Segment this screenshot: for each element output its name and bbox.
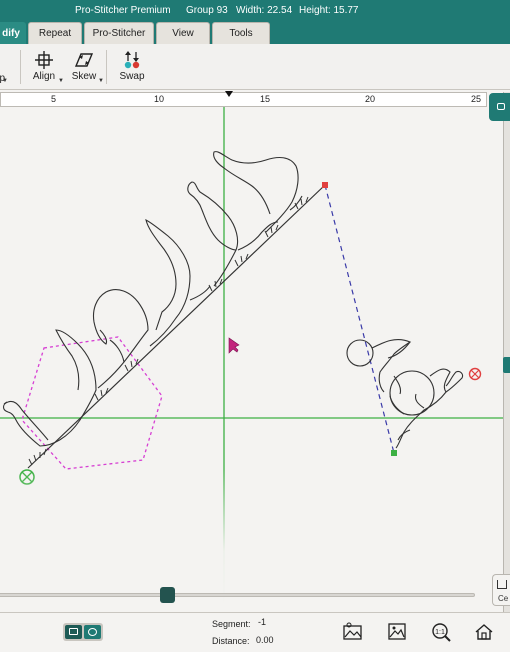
caret-down-icon: ▼ [2,78,8,84]
start-point-icon[interactable] [19,469,35,485]
toolbar-divider [106,50,107,84]
status-bar: Segment: -1 Distance: 0.00 1:1 [0,612,510,652]
skew-icon [74,53,94,67]
cursor-icon [228,337,240,354]
align-button[interactable]: Align ▼ [24,48,64,86]
toolbar: p ▼ Align ▼ Skew ▼ Swap [0,44,510,90]
position-slider-track[interactable] [0,593,475,597]
end-point-icon[interactable] [468,367,482,381]
app-title: Pro-Stitcher Premium [75,5,171,16]
center-icon [497,580,507,589]
circle-view-icon[interactable] [84,625,101,639]
tab-repeat[interactable]: Repeat [28,22,82,44]
tab-bar: dify Repeat Pro-Stitcher View Tools [0,20,510,44]
horizontal-ruler: 5 10 15 20 25 [0,91,487,107]
home-icon[interactable] [473,621,495,643]
ruler-label: 25 [471,94,482,104]
grid-view-icon[interactable] [65,625,82,639]
height-readout: Height: 15.77 [299,5,359,16]
segment-label: Segment: [212,619,251,629]
panel-icon [497,103,505,110]
swap-label: Swap [119,71,145,82]
caret-down-icon: ▼ [98,78,104,84]
distance-label: Distance: [212,636,250,646]
guide-end-handle[interactable] [322,182,328,188]
group-name: Group 93 [186,5,228,16]
picture-icon[interactable] [386,621,408,643]
guide-line [324,184,395,454]
design-image-icon[interactable] [342,621,364,643]
segment-value: -1 [258,617,267,627]
partial-tool-button[interactable]: p ▼ [0,48,8,86]
grass-tufts [28,196,309,466]
center-label: Ce [498,594,509,603]
svg-text:1:1: 1:1 [435,629,445,636]
toolbar-divider [20,50,21,84]
dinosaur-stitch-design[interactable] [2,151,464,449]
stitch-baseline [27,184,326,469]
guide-start-handle[interactable] [391,450,397,456]
distance-value: 0.00 [256,635,274,645]
tab-tools[interactable]: Tools [212,22,270,44]
align-icon [35,51,53,69]
panel-toggle-button[interactable] [489,93,510,121]
ruler-label: 10 [154,94,165,104]
design-canvas[interactable] [0,107,505,605]
ruler-position-marker [225,91,233,97]
ruler-label: 20 [365,94,376,104]
ruler-label: 5 [51,94,57,104]
ruler-label: 15 [260,94,271,104]
tab-modify[interactable]: dify [0,22,26,44]
vertical-scrollbar[interactable] [503,92,510,612]
swap-icon [124,51,140,69]
position-slider-thumb[interactable] [160,587,175,603]
skew-button[interactable]: Skew ▼ [64,48,104,86]
width-readout: Width: 22.54 [236,5,293,16]
tab-view[interactable]: View [156,22,210,44]
center-button[interactable]: Ce [492,574,510,606]
swap-button[interactable]: Swap [112,48,152,86]
title-bar: Pro-Stitcher Premium Group 93 Width: 22.… [0,0,510,20]
tab-pro-stitcher[interactable]: Pro-Stitcher [84,22,154,44]
boundary-hexagon[interactable] [21,336,163,470]
zoom-icon[interactable]: 1:1 [430,621,452,643]
view-toggle[interactable] [63,623,103,641]
scroll-handle[interactable] [503,357,510,373]
app-window: Pro-Stitcher Premium Group 93 Width: 22.… [0,0,510,652]
